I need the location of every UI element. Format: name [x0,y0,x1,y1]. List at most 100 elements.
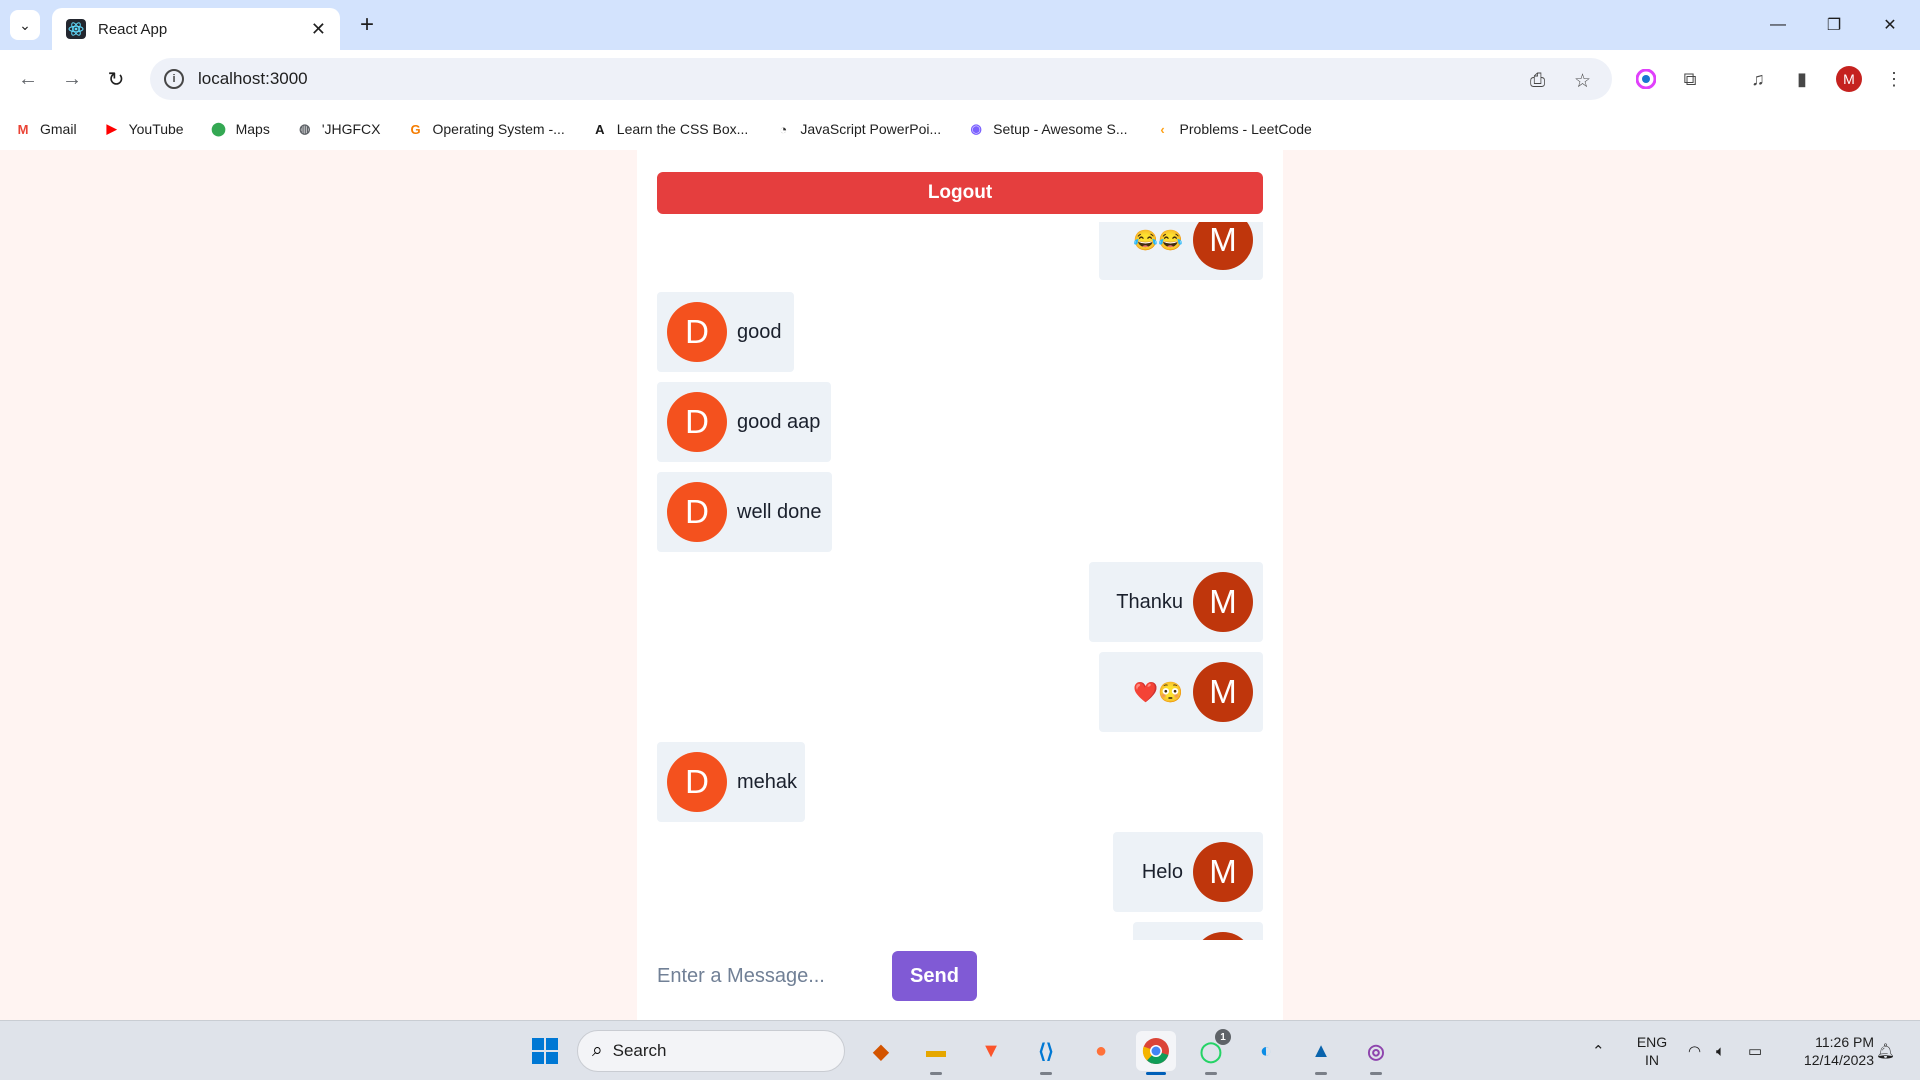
chrome-icon[interactable] [1136,1031,1176,1075]
wifi-icon[interactable]: ◠ [1688,1021,1701,1080]
globe-icon: ◍ [299,121,311,136]
avatar: D [667,482,727,542]
browser-toolbar: ← → ↻ i localhost:3000 ⎙ ☆ ⧉ ♫ ▮ M ⋮ [0,50,1920,108]
edge-icon[interactable]: ◐ [1246,1031,1286,1071]
message-text: 😂😂 [1133,229,1183,252]
avatar: M [1193,222,1253,270]
tab-strip: ⌄ React App ✕ + — ❐ ✕ [0,0,1920,50]
show-hidden-icons[interactable]: ⌃ [1592,1021,1605,1080]
arrow-left-icon: ← [18,67,38,90]
maps-icon: ⬤ [211,121,226,136]
chat-message: Helo M [1113,832,1263,912]
search-icon: ⌕ [592,1040,603,1061]
chrome-like-icon: ◉ [970,121,982,136]
brave-icon[interactable]: ▼ [971,1031,1011,1071]
chat-message: Dmehak [657,742,805,822]
close-window-button[interactable]: ✕ [1862,0,1918,50]
avatar: D [667,752,727,812]
bookmark-label: Operating System -... [432,121,565,137]
bookmark-item[interactable]: ◍ 'JHGFCX [296,120,381,138]
firefox-icon[interactable]: ● [1081,1031,1121,1071]
bookmark-label: Gmail [40,121,77,137]
notifications-bell-icon[interactable]: 🔔︎ [1876,1021,1895,1080]
avatar: M [1193,842,1253,902]
avatar: M [1193,572,1253,632]
message-text: mehak [737,770,798,793]
file-explorer-icon[interactable]: ▬ [916,1031,956,1075]
notification-badge: 1 [1215,1029,1231,1045]
avatar: D [667,392,727,452]
taskbar-search[interactable]: ⌕ Search [577,1030,845,1072]
region-code: IN [1645,1052,1659,1068]
youtube-icon: ▶ [106,121,117,136]
avatar: D [667,302,727,362]
clock-date: 12/14/2023 [1803,1052,1874,1068]
system-clock[interactable]: 11:26 PM 12/14/2023 [1780,1033,1874,1069]
tab-title: React App [98,20,168,38]
language-indicator[interactable]: ENG IN [1628,1033,1676,1069]
start-button[interactable] [525,1031,565,1071]
bookmark-item[interactable]: G Operating System -... [407,120,565,138]
side-panel-icon[interactable]: ▮ [1786,63,1818,95]
restore-button[interactable]: ❐ [1806,0,1862,50]
bookmark-item[interactable]: A Learn the CSS Box... [591,120,749,138]
bookmark-item[interactable]: ⬤ Maps [210,120,270,138]
bookmark-label: Learn the CSS Box... [616,121,749,137]
extensions-icon[interactable]: ⧉ [1674,63,1706,95]
media-controls-icon[interactable]: ♫ [1742,63,1774,95]
color-extension-icon[interactable] [1630,63,1662,95]
bookmark-item[interactable]: ◔ JavaScript PowerPoi... [774,120,941,138]
new-tab-button[interactable]: + [352,10,382,40]
menu-dots-icon[interactable]: ⋮ [1878,63,1910,95]
chat-message: Thanku M [1089,562,1263,642]
reload-icon: ↻ [107,68,125,91]
message-list[interactable]: 😂😂 M Dgood Dgood aap Dwell done Thanku M ❤️😳 M Dm… [657,222,1263,940]
close-tab-icon[interactable]: ✕ [311,19,326,40]
reload-button[interactable]: ↻ [100,63,132,95]
bookmark-item[interactable]: M Gmail [14,120,77,138]
bookmark-label: Problems - LeetCode [1179,121,1312,137]
send-button[interactable]: Send [892,951,977,1001]
bookmark-star-icon[interactable]: ☆ [1574,70,1591,93]
message-input[interactable] [657,956,877,996]
tab-react-app[interactable]: React App ✕ [52,8,340,50]
language-code: ENG [1636,1034,1668,1050]
bookmark-label: Setup - Awesome S... [993,121,1128,137]
github-icon[interactable]: ◎ [1356,1031,1396,1075]
back-button[interactable]: ← [12,63,44,95]
message-text: Helo [1141,860,1183,883]
whatsapp-icon[interactable]: ◯ 1 [1191,1029,1231,1075]
vscode-icon[interactable]: ⟨⟩ [1026,1031,1066,1075]
bookmark-item[interactable]: ‹ Problems - LeetCode [1154,120,1312,138]
chat-message: Dgood aap [657,382,831,462]
css-icon: A [595,121,605,137]
forward-button[interactable]: → [56,63,88,95]
chat-message: Dwell done [657,472,832,552]
minimize-button[interactable]: — [1750,0,1806,50]
arrow-right-icon: → [62,67,82,90]
clock-time: 11:26 PM [1815,1034,1874,1050]
gmail-icon: M [17,121,29,137]
copilot-icon[interactable]: ◆ [861,1031,901,1071]
message-text: good aap [737,410,821,433]
logout-button[interactable]: Logout [657,172,1263,214]
profile-avatar[interactable]: M [1836,66,1862,92]
url-text: localhost:3000 [198,69,308,88]
chat-panel: Logout 😂😂 M Dgood Dgood aap Dwell done Thanku… [637,150,1283,1020]
bookmark-item[interactable]: ▶ YouTube [103,120,184,138]
bookmark-item[interactable]: ◉ Setup - Awesome S... [967,120,1127,138]
tab-search-button[interactable]: ⌄ [10,10,40,40]
install-app-icon[interactable]: ⎙ [1530,70,1545,92]
site-info-icon[interactable]: i [164,69,184,89]
avatar: M [1193,932,1253,940]
chat-message: ❤️😳 M [1099,652,1263,732]
search-label: Search [612,1041,667,1060]
volume-icon[interactable]: 🔈︎ [1716,1021,1725,1080]
timer-icon: ◔ [779,121,788,137]
bookmark-label: 'JHGFCX [321,121,381,137]
battery-icon[interactable]: ▭ [1748,1021,1762,1080]
address-bar[interactable]: i localhost:3000 ⎙ ☆ [150,58,1612,100]
chevron-down-icon: ⌄ [19,16,31,33]
bookmark-label: YouTube [128,121,184,137]
photos-icon[interactable]: ▲ [1301,1031,1341,1075]
